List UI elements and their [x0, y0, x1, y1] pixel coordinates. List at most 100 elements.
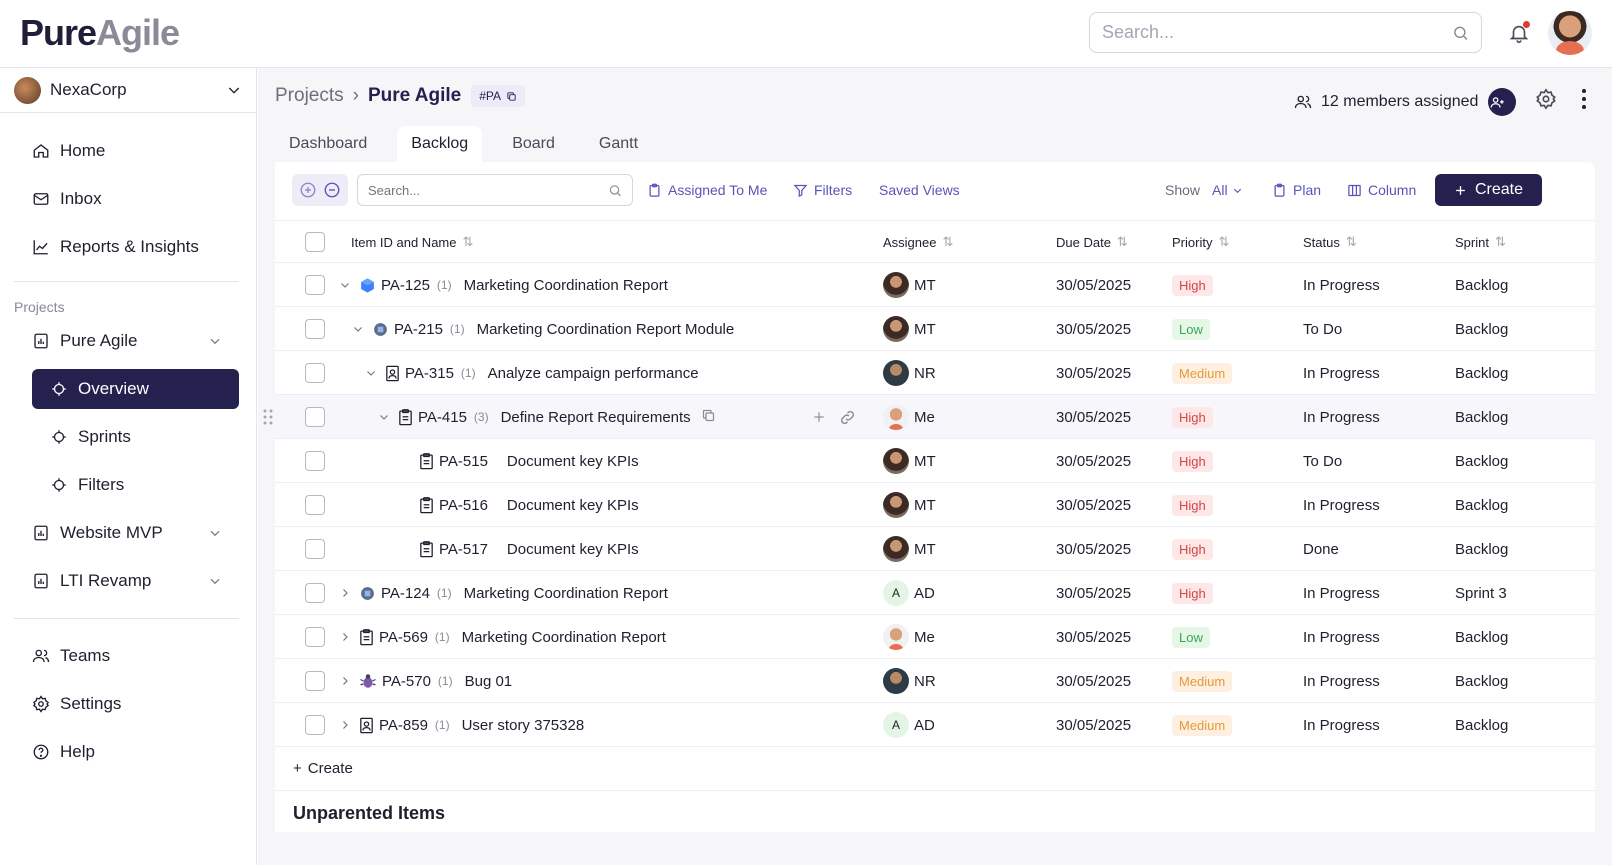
- item-name[interactable]: Bug 01: [465, 673, 513, 690]
- due-date[interactable]: 30/05/2025: [1056, 659, 1131, 703]
- assignee-cell[interactable]: MT: [883, 263, 936, 307]
- assignee-cell[interactable]: Me: [883, 615, 935, 659]
- sprint-cell[interactable]: Backlog: [1455, 659, 1508, 703]
- status-cell[interactable]: In Progress: [1303, 659, 1380, 703]
- priority-cell[interactable]: High: [1172, 263, 1213, 307]
- item-name[interactable]: Marketing Coordination Report: [464, 277, 668, 294]
- item-name[interactable]: User story 375328: [462, 717, 585, 734]
- column-header-priority[interactable]: Priority ⇅: [1172, 221, 1229, 263]
- assigned-to-me-button[interactable]: Assigned To Me: [647, 174, 767, 206]
- global-search-input[interactable]: [1102, 22, 1452, 43]
- table-row[interactable]: PA-515 Document key KPIs MT 30/05/2025 H…: [275, 439, 1595, 483]
- chevron-down-icon[interactable]: [378, 411, 390, 423]
- status-cell[interactable]: In Progress: [1303, 351, 1380, 395]
- item-name[interactable]: Marketing Coordination Report: [464, 585, 668, 602]
- sprint-cell[interactable]: Sprint 3: [1455, 571, 1507, 615]
- item-name[interactable]: Analyze campaign performance: [488, 365, 699, 382]
- priority-cell[interactable]: Medium: [1172, 351, 1233, 395]
- due-date[interactable]: 30/05/2025: [1056, 571, 1131, 615]
- create-button[interactable]: Create: [1435, 174, 1542, 206]
- sidebar-item-help[interactable]: Help: [32, 732, 95, 772]
- due-date[interactable]: 30/05/2025: [1056, 395, 1131, 439]
- chevron-right-icon[interactable]: [339, 719, 351, 731]
- sidebar-project-lti-revamp[interactable]: LTI Revamp: [32, 561, 222, 601]
- row-checkbox[interactable]: [305, 363, 325, 383]
- column-header-assignee[interactable]: Assignee ⇅: [883, 221, 953, 263]
- breadcrumb-projects-link[interactable]: Projects: [275, 85, 344, 107]
- due-date[interactable]: 30/05/2025: [1056, 307, 1131, 351]
- table-row[interactable]: PA-125 (1) Marketing Coordination Report…: [275, 263, 1595, 307]
- item-name[interactable]: Marketing Coordination Report: [462, 629, 666, 646]
- item-id[interactable]: PA-569: [379, 629, 428, 646]
- column-header-sprint[interactable]: Sprint ⇅: [1455, 221, 1506, 263]
- sprint-cell[interactable]: Backlog: [1455, 395, 1508, 439]
- item-id[interactable]: PA-515: [439, 453, 488, 470]
- item-id[interactable]: PA-570: [382, 673, 431, 690]
- priority-cell[interactable]: High: [1172, 527, 1213, 571]
- members-assigned[interactable]: 12 members assigned: [1294, 88, 1517, 116]
- project-key-badge[interactable]: #PA: [471, 85, 526, 107]
- sidebar-item-settings[interactable]: Settings: [32, 684, 121, 724]
- table-row[interactable]: PA-570 (1) Bug 01 NR 30/05/2025 Medium I…: [275, 659, 1595, 703]
- chevron-down-icon[interactable]: [208, 334, 222, 348]
- due-date[interactable]: 30/05/2025: [1056, 703, 1131, 747]
- status-cell[interactable]: In Progress: [1303, 571, 1380, 615]
- search-icon[interactable]: [608, 183, 622, 198]
- row-checkbox[interactable]: [305, 583, 325, 603]
- row-checkbox[interactable]: [305, 451, 325, 471]
- priority-cell[interactable]: Low: [1172, 615, 1210, 659]
- sidebar-item-filters[interactable]: Filters: [32, 465, 239, 505]
- sprint-cell[interactable]: Backlog: [1455, 483, 1508, 527]
- sprint-cell[interactable]: Backlog: [1455, 703, 1508, 747]
- assignee-cell[interactable]: NR: [883, 351, 936, 395]
- column-header-due-date[interactable]: Due Date ⇅: [1056, 221, 1128, 263]
- status-cell[interactable]: In Progress: [1303, 703, 1380, 747]
- assignee-cell[interactable]: A AD: [883, 571, 935, 615]
- item-name[interactable]: Document key KPIs: [507, 453, 639, 470]
- assignee-cell[interactable]: MT: [883, 527, 936, 571]
- priority-cell[interactable]: Low: [1172, 307, 1210, 351]
- chevron-right-icon[interactable]: [339, 587, 351, 599]
- expand-all-icon[interactable]: [299, 181, 317, 199]
- chevron-down-icon[interactable]: [208, 526, 222, 540]
- user-avatar[interactable]: [1548, 11, 1592, 55]
- item-name[interactable]: Define Report Requirements: [501, 409, 691, 426]
- table-row[interactable]: PA-124 (1) Marketing Coordination Report…: [275, 571, 1595, 615]
- drag-handle-icon[interactable]: [263, 409, 273, 429]
- item-id[interactable]: PA-859: [379, 717, 428, 734]
- row-checkbox[interactable]: [305, 671, 325, 691]
- row-link-icon[interactable]: [839, 395, 856, 439]
- chevron-right-icon[interactable]: [339, 631, 351, 643]
- tab-backlog[interactable]: Backlog: [397, 126, 483, 162]
- column-button[interactable]: Column: [1347, 174, 1416, 206]
- row-checkbox[interactable]: [305, 275, 325, 295]
- table-row[interactable]: PA-516 Document key KPIs MT 30/05/2025 H…: [275, 483, 1595, 527]
- table-row[interactable]: PA-517 Document key KPIs MT 30/05/2025 H…: [275, 527, 1595, 571]
- due-date[interactable]: 30/05/2025: [1056, 527, 1131, 571]
- table-row[interactable]: PA-569 (1) Marketing Coordination Report…: [275, 615, 1595, 659]
- sidebar-item-overview[interactable]: Overview: [32, 369, 239, 409]
- tab-board[interactable]: Board: [498, 126, 569, 162]
- copy-icon[interactable]: [701, 408, 716, 427]
- priority-cell[interactable]: High: [1172, 483, 1213, 527]
- item-id[interactable]: PA-516: [439, 497, 488, 514]
- notifications-button[interactable]: [1506, 20, 1532, 46]
- assignee-cell[interactable]: MT: [883, 483, 936, 527]
- status-cell[interactable]: In Progress: [1303, 483, 1380, 527]
- row-checkbox[interactable]: [305, 319, 325, 339]
- item-id[interactable]: PA-215: [394, 321, 443, 338]
- sidebar-item-reports[interactable]: Reports & Insights: [32, 227, 199, 267]
- status-cell[interactable]: In Progress: [1303, 615, 1380, 659]
- chevron-down-icon[interactable]: [365, 367, 377, 379]
- item-id[interactable]: PA-124: [381, 585, 430, 602]
- sprint-cell[interactable]: Backlog: [1455, 307, 1508, 351]
- sidebar-item-home[interactable]: Home: [32, 131, 105, 171]
- project-settings-button[interactable]: [1535, 88, 1557, 110]
- column-header-item[interactable]: Item ID and Name ⇅: [351, 221, 473, 263]
- sidebar-item-sprints[interactable]: Sprints: [32, 417, 239, 457]
- table-row[interactable]: PA-215 (1) Marketing Coordination Report…: [275, 307, 1595, 351]
- filters-button[interactable]: Filters: [793, 174, 852, 206]
- sprint-cell[interactable]: Backlog: [1455, 439, 1508, 483]
- chevron-right-icon[interactable]: [339, 675, 351, 687]
- priority-cell[interactable]: Medium: [1172, 659, 1233, 703]
